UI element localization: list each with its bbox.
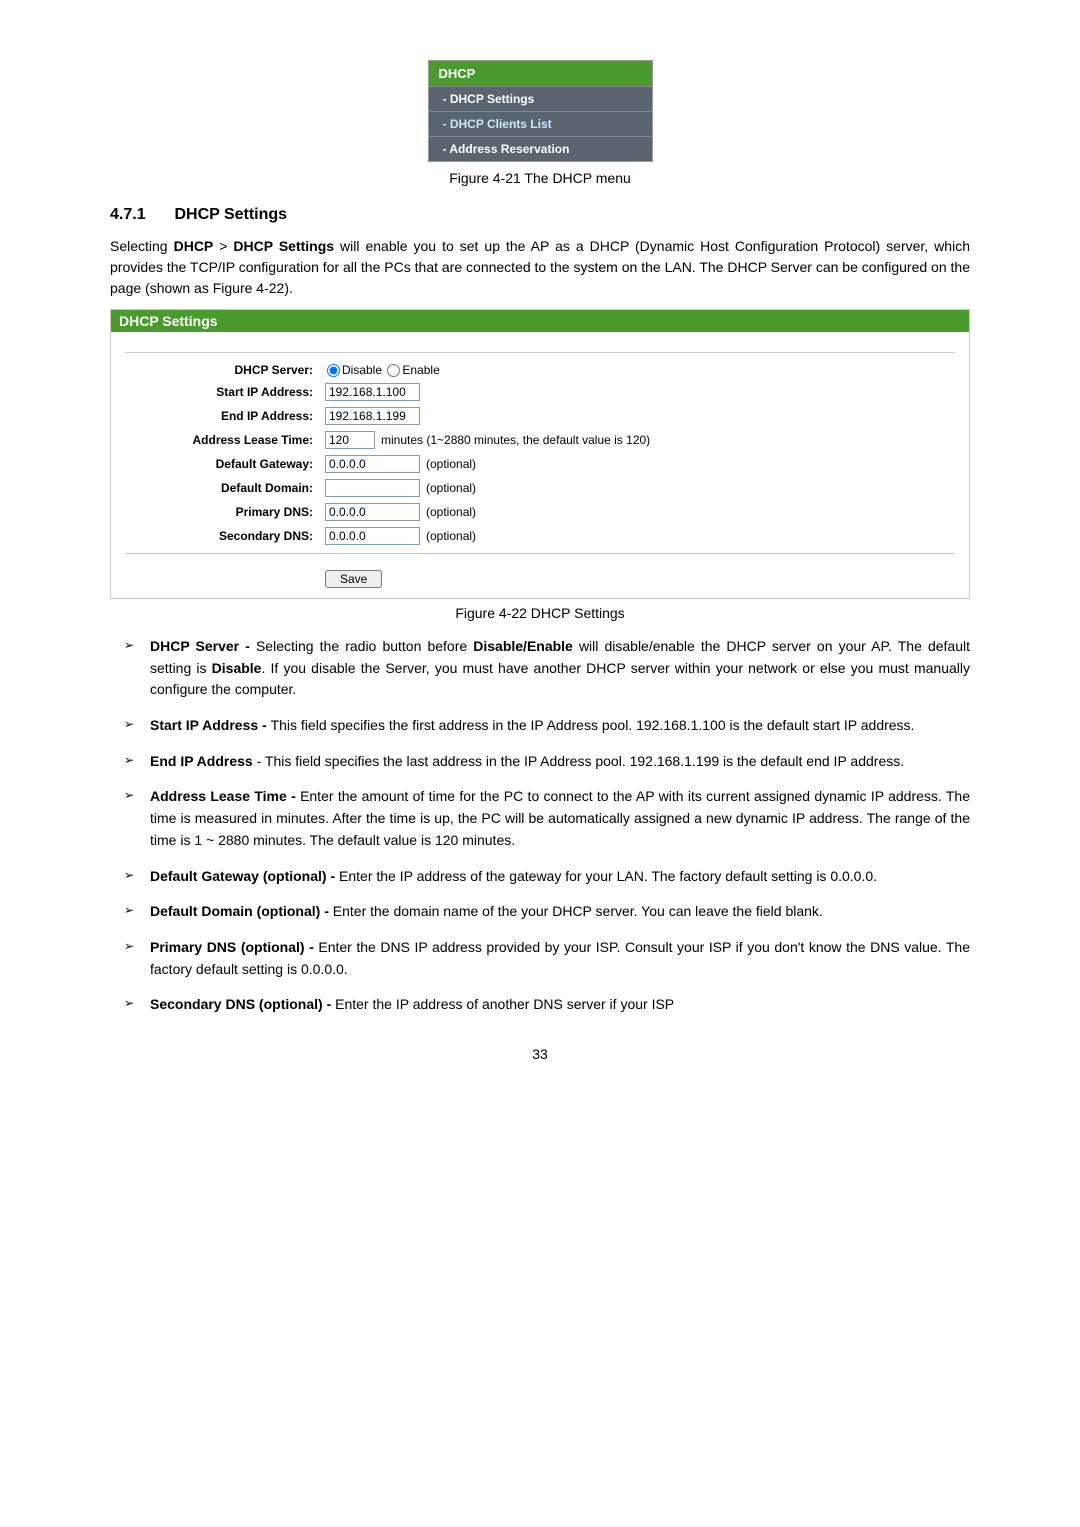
radio-disable-label: Disable	[342, 363, 382, 377]
form-title: DHCP Settings	[111, 310, 969, 332]
bullet-default-domain: Default Domain (optional) - Enter the do…	[110, 901, 970, 923]
bullet-list: DHCP Server - Selecting the radio button…	[110, 636, 970, 1016]
hint-lease: minutes (1~2880 minutes, the default val…	[381, 433, 650, 447]
row-domain: Default Domain: (optional)	[125, 479, 955, 497]
menu-item-dhcp-settings: - DHCP Settings	[429, 86, 652, 111]
bullet-end-ip: End IP Address - This field specifies th…	[110, 751, 970, 773]
hint-secondary-dns: (optional)	[426, 529, 476, 543]
label-start-ip: Start IP Address:	[125, 385, 325, 399]
bullet-bold: Disable	[212, 660, 262, 676]
bullet-title: Address Lease Time -	[150, 788, 300, 804]
section-heading: 4.7.1 DHCP Settings	[110, 206, 970, 224]
bullet-title: Default Domain (optional) -	[150, 903, 333, 919]
input-lease[interactable]	[325, 431, 375, 449]
bullet-title: Start IP Address -	[150, 717, 271, 733]
radio-enable-label: Enable	[402, 363, 439, 377]
divider	[125, 352, 955, 353]
row-end-ip: End IP Address:	[125, 407, 955, 425]
label-domain: Default Domain:	[125, 481, 325, 495]
row-start-ip: Start IP Address:	[125, 383, 955, 401]
bullet-text: Enter the IP address of another DNS serv…	[335, 996, 674, 1012]
row-secondary-dns: Secondary DNS: (optional)	[125, 527, 955, 545]
page-number: 33	[110, 1046, 970, 1062]
bullet-secondary-dns: Secondary DNS (optional) - Enter the IP …	[110, 994, 970, 1016]
hint-domain: (optional)	[426, 481, 476, 495]
bullet-bold: Disable/Enable	[473, 638, 573, 654]
label-gateway: Default Gateway:	[125, 457, 325, 471]
bullet-dhcp-server: DHCP Server - Selecting the radio button…	[110, 636, 970, 701]
bullet-title: Secondary DNS (optional) -	[150, 996, 335, 1012]
radio-disable[interactable]	[327, 364, 340, 377]
intro-gt: >	[213, 238, 233, 254]
divider-2	[125, 553, 955, 554]
figure-caption-1: Figure 4-21 The DHCP menu	[110, 170, 970, 186]
dhcp-settings-form: DHCP Settings DHCP Server: Disable Enabl…	[110, 309, 970, 599]
input-gateway[interactable]	[325, 455, 420, 473]
input-end-ip[interactable]	[325, 407, 420, 425]
input-primary-dns[interactable]	[325, 503, 420, 521]
label-dhcp-server: DHCP Server:	[125, 363, 325, 377]
label-lease: Address Lease Time:	[125, 433, 325, 447]
label-end-ip: End IP Address:	[125, 409, 325, 423]
bullet-text: Enter the domain name of the your DHCP s…	[333, 903, 823, 919]
intro-dhcp-settings: DHCP Settings	[233, 238, 334, 254]
row-primary-dns: Primary DNS: (optional)	[125, 503, 955, 521]
intro-paragraph: Selecting DHCP > DHCP Settings will enab…	[110, 236, 970, 299]
bullet-title: Primary DNS (optional) -	[150, 939, 318, 955]
menu-header: DHCP	[429, 61, 652, 86]
bullet-text: Enter the IP address of the gateway for …	[339, 868, 877, 884]
radio-enable[interactable]	[387, 364, 400, 377]
section-title: DHCP Settings	[174, 206, 287, 223]
input-start-ip[interactable]	[325, 383, 420, 401]
bullet-text: - This field specifies the last address …	[253, 753, 904, 769]
intro-dhcp: DHCP	[174, 238, 214, 254]
hint-primary-dns: (optional)	[426, 505, 476, 519]
dhcp-menu: DHCP - DHCP Settings - DHCP Clients List…	[428, 60, 653, 162]
row-lease: Address Lease Time: minutes (1~2880 minu…	[125, 431, 955, 449]
label-secondary-dns: Secondary DNS:	[125, 529, 325, 543]
label-primary-dns: Primary DNS:	[125, 505, 325, 519]
row-gateway: Default Gateway: (optional)	[125, 455, 955, 473]
bullet-title: End IP Address	[150, 753, 253, 769]
menu-item-address-reservation: - Address Reservation	[429, 136, 652, 161]
figure-caption-2: Figure 4-22 DHCP Settings	[110, 605, 970, 621]
menu-item-dhcp-clients-list: - DHCP Clients List	[429, 111, 652, 136]
save-button[interactable]: Save	[325, 570, 382, 588]
section-number: 4.7.1	[110, 206, 170, 224]
bullet-default-gateway: Default Gateway (optional) - Enter the I…	[110, 866, 970, 888]
bullet-title: DHCP Server -	[150, 638, 256, 654]
hint-gateway: (optional)	[426, 457, 476, 471]
bullet-primary-dns: Primary DNS (optional) - Enter the DNS I…	[110, 937, 970, 980]
input-domain[interactable]	[325, 479, 420, 497]
bullet-text: This field specifies the first address i…	[271, 717, 915, 733]
input-secondary-dns[interactable]	[325, 527, 420, 545]
save-row: Save	[111, 570, 969, 598]
intro-text: Selecting	[110, 238, 174, 254]
bullet-title: Default Gateway (optional) -	[150, 868, 339, 884]
bullet-text: . If you disable the Server, you must ha…	[150, 660, 970, 698]
bullet-lease-time: Address Lease Time - Enter the amount of…	[110, 786, 970, 851]
bullet-text: Selecting the radio button before	[256, 638, 473, 654]
bullet-start-ip: Start IP Address - This field specifies …	[110, 715, 970, 737]
row-dhcp-server: DHCP Server: Disable Enable	[125, 363, 955, 377]
